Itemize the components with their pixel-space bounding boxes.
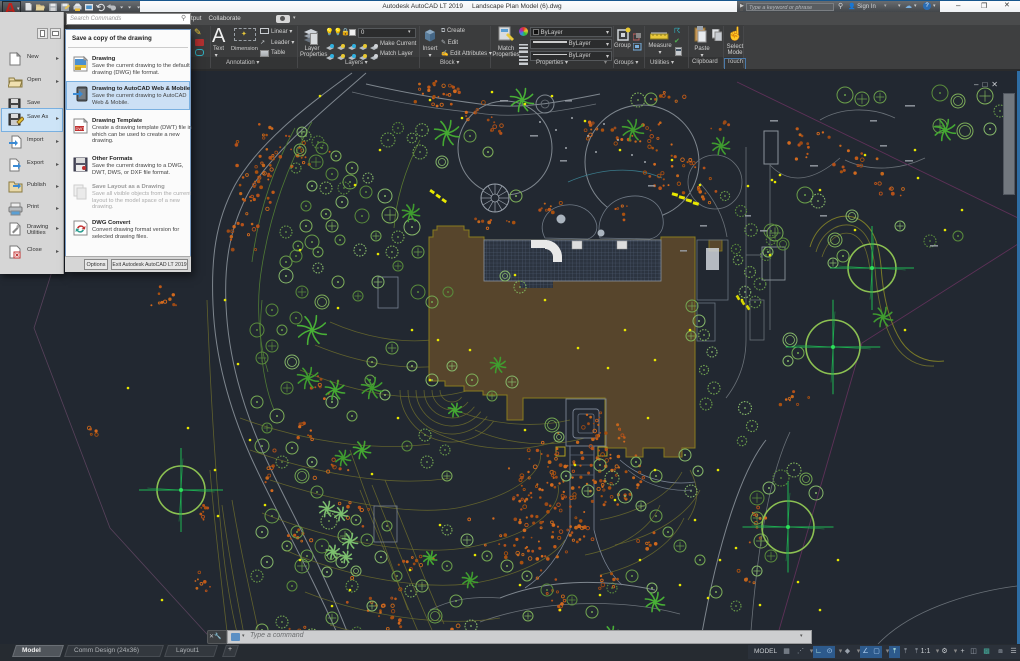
svg-text:DWT: DWT (76, 126, 86, 131)
